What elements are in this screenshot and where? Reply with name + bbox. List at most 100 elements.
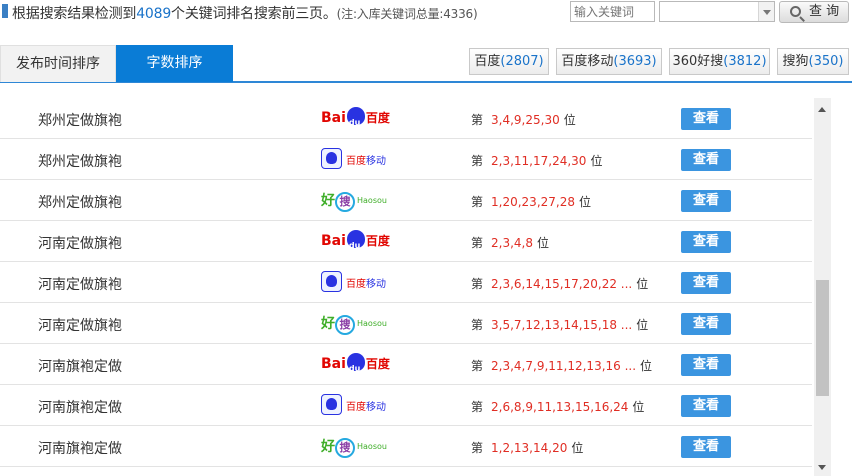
baidu-mobile-logo: 百度移动: [321, 271, 386, 292]
rank-prefix: 第: [471, 441, 484, 455]
filter-count: (3812): [723, 54, 767, 69]
engine-cell: Bai百度: [321, 105, 391, 136]
view-button[interactable]: 查看: [681, 190, 731, 212]
view-button[interactable]: 查看: [681, 313, 731, 335]
rank-positions: 3,4,9,25,30: [491, 113, 560, 127]
view-button[interactable]: 查看: [681, 395, 731, 417]
scrollbar-thumb[interactable]: [816, 280, 829, 396]
view-button[interactable]: 查看: [681, 272, 731, 294]
filter-360-haosou-button[interactable]: 360好搜(3812): [669, 48, 770, 75]
rank-positions: 2,3,4,8: [491, 236, 533, 250]
rank-suffix: 位: [537, 236, 550, 250]
scroll-down-arrow-icon[interactable]: [814, 459, 831, 476]
filter-count: (350): [808, 54, 844, 69]
engine-cell: 百度移动: [321, 146, 391, 172]
rank-cell: 第 2,3,11,17,24,30 位: [471, 152, 602, 169]
haosou-magnifier-icon: 搜: [335, 315, 355, 335]
table-row: 郑州定做旗袍 百度移动 第 2,3,11,17,24,30 位 查看: [0, 139, 812, 180]
keyword-cell: 河南定做旗袍: [38, 277, 122, 293]
rank-positions: 2,3,4,7,9,11,12,13,16 ...: [491, 359, 637, 373]
keyword-cell: 郑州定做旗袍: [38, 154, 122, 170]
view-button[interactable]: 查看: [681, 436, 731, 458]
summary-note: (注:入库关键词总量:4336): [336, 7, 478, 21]
rank-prefix: 第: [471, 154, 484, 168]
filter-baidu-button[interactable]: 百度(2807): [469, 48, 549, 75]
ranking-list: 郑州定做旗袍Bai百度第3,4,9,25,30位查看郑州定做旗袍百度移动第2,3…: [0, 98, 812, 476]
table-row: 河南定做旗袍 Bai百度 第 2,3,4,8 位 查看: [0, 221, 812, 262]
baidu-mobile-logo: 百度移动: [321, 148, 386, 169]
view-button[interactable]: 查看: [681, 149, 731, 171]
keyword-cell: 郑州定做旗袍: [38, 195, 122, 211]
rank-cell: 第 2,3,4,7,9,11,12,13,16 ... 位: [471, 357, 652, 374]
rank-positions: 1,20,23,27,28: [491, 195, 575, 209]
view-button[interactable]: 查看: [681, 108, 731, 130]
rank-suffix: 位: [563, 113, 576, 127]
rank-prefix: 第: [471, 318, 484, 332]
keyword-cell: 河南定做旗袍: [38, 318, 122, 334]
table-row: 郑州定做旗袍 Bai百度 第 3,4,9,25,30位 查看: [0, 98, 812, 139]
baidu-logo: Bai百度: [321, 107, 390, 136]
rank-suffix: 位: [571, 441, 584, 455]
filter-sogou-button[interactable]: 搜狗(350): [777, 48, 849, 75]
summary-prefix: 根据搜索结果检测到: [12, 6, 137, 22]
rank-suffix: 位: [636, 277, 649, 291]
engine-cell: 好搜 Haosou: [321, 187, 391, 213]
rank-suffix: 位: [640, 359, 653, 373]
engine-cell: 百度移动: [321, 392, 391, 418]
rank-cell: 第 2,3,6,14,15,17,20,22 ... 位: [471, 275, 648, 292]
query-button[interactable]: 查 询: [779, 1, 849, 23]
filter-count: (3693): [613, 54, 657, 69]
rank-suffix: 位: [590, 154, 603, 168]
keyword-cell: 河南定做旗袍: [38, 236, 122, 252]
rank-positions: 2,3,11,17,24,30: [491, 154, 587, 168]
tab-word-count[interactable]: 字数排序: [116, 45, 233, 82]
chevron-down-icon[interactable]: [758, 2, 774, 21]
rank-cell: 第 3,5,7,12,13,14,15,18 ... 位: [471, 316, 648, 333]
scroll-up-arrow-icon[interactable]: [814, 102, 831, 119]
table-row: 河南旗袍定做 Bai百度 第 2,3,4,7,9,11,12,13,16 ...位 查看: [0, 344, 812, 385]
baidu-paw-icon: [346, 230, 365, 259]
scrollbar[interactable]: [814, 98, 831, 476]
summary-text: 根据搜索结果检测到4089个关键词排名搜索前三页。(注:入库关键词总量:4336…: [12, 3, 478, 23]
rank-cell: 第 1,2,13,14,20 位: [471, 439, 583, 456]
engine-cell: Bai百度: [321, 351, 391, 382]
filter-label: 搜狗: [782, 54, 809, 69]
haosou-logo: 好搜 Haosou: [321, 313, 387, 335]
baidu-mobile-logo: 百度移动: [321, 394, 386, 415]
keyword-cell: 河南旗袍定做: [38, 441, 122, 457]
view-button[interactable]: 查看: [681, 231, 731, 253]
table-row: 河南旗袍定做 百度移动 第 2,6,8,9,11,13,15,16,24 位 查看: [0, 385, 812, 426]
rank-cell: 第 2,3,4,8 位: [471, 234, 549, 251]
engine-cell: Bai百度: [321, 228, 391, 259]
keyword-count: 4089: [136, 6, 172, 22]
filter-label: 百度移动: [561, 54, 614, 69]
table-row: 河南旗袍定做 好搜 Haosou 第 1,2,13,14,20 位 查看: [0, 426, 812, 467]
haosou-magnifier-icon: 搜: [335, 438, 355, 458]
baidu-logo: Bai百度: [321, 353, 390, 382]
table-row: 河南定做旗袍 好搜 Haosou 第 3,5,7,12,13,14,15,18 ... 位…: [0, 303, 812, 344]
baidu-mobile-icon: [321, 271, 342, 292]
rank-suffix: 位: [632, 400, 645, 414]
keyword-cell: 河南旗袍定做: [38, 359, 122, 375]
summary-marker: [2, 4, 8, 18]
rank-prefix: 第: [471, 195, 484, 209]
query-button-label: 查 询: [809, 4, 840, 19]
view-button[interactable]: 查看: [681, 354, 731, 376]
tab-publish-time[interactable]: 发布时间排序: [0, 45, 116, 82]
rank-cell: 第 3,4,9,25,30 位: [471, 111, 576, 128]
engine-cell: 好搜 Haosou: [321, 433, 391, 459]
summary-suffix: 个关键词排名搜索前三页。: [171, 6, 337, 22]
keyword-search-input[interactable]: [570, 1, 655, 22]
engine-cell: 好搜 Haosou: [321, 310, 391, 336]
rank-positions: 2,6,8,9,11,13,15,16,24: [491, 400, 629, 414]
rank-prefix: 第: [471, 277, 484, 291]
rank-suffix: 位: [636, 318, 649, 332]
filter-baidu-mobile-button[interactable]: 百度移动(3693): [556, 48, 662, 75]
rank-prefix: 第: [471, 236, 484, 250]
engine-select[interactable]: [659, 1, 775, 22]
keyword-cell: 河南旗袍定做: [38, 400, 122, 416]
baidu-mobile-icon: [321, 148, 342, 169]
engine-cell: 百度移动: [321, 269, 391, 295]
rank-cell: 第 1,20,23,27,28 位: [471, 193, 591, 210]
rank-suffix: 位: [579, 195, 592, 209]
